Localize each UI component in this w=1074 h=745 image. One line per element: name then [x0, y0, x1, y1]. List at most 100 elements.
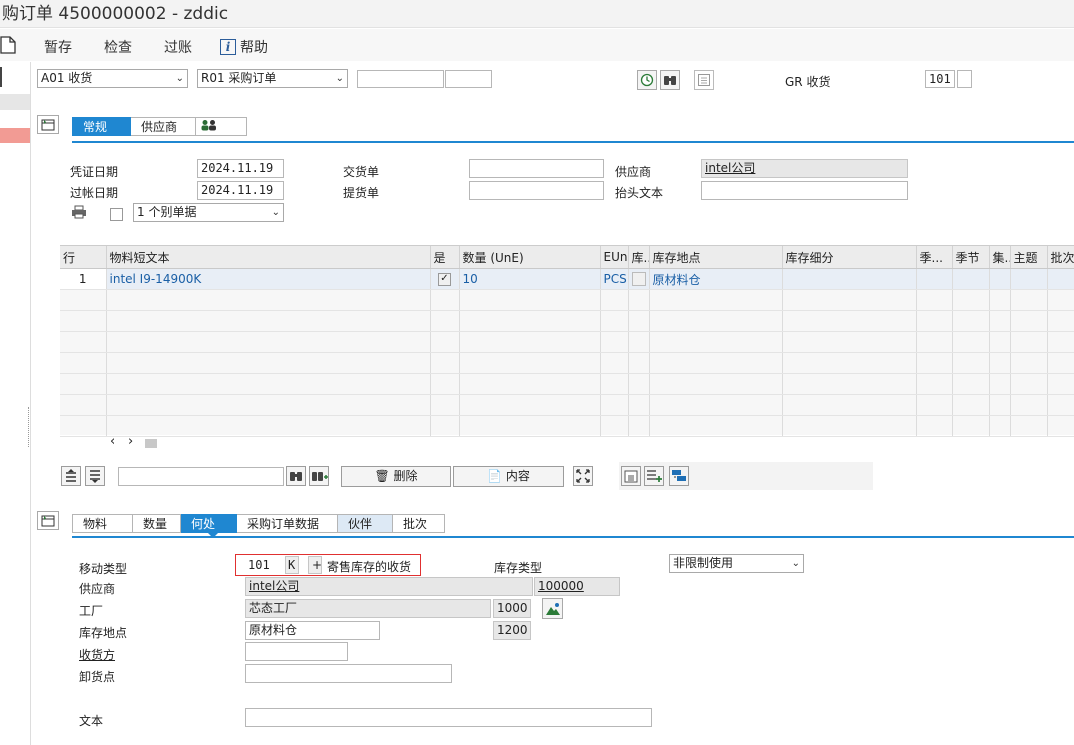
plant-code: 1000: [493, 599, 531, 618]
tab-material[interactable]: 物料: [72, 514, 133, 533]
text-input[interactable]: [245, 708, 652, 727]
sloc-code: 1200: [493, 621, 531, 640]
fullscreen-icon[interactable]: [573, 466, 593, 486]
unloading-input[interactable]: [245, 664, 452, 683]
collapse-detail-icon[interactable]: [37, 511, 59, 530]
detail-tabs: 物料 数量 何处 采购订单数据 伙伴 批次: [72, 514, 445, 533]
col-header-stock-segment[interactable]: 库存细分: [782, 246, 917, 269]
col-header-qty[interactable]: 数量 (UnE): [459, 246, 601, 269]
tab-partners[interactable]: [196, 117, 247, 136]
save-button[interactable]: 暂存: [44, 37, 72, 57]
recipient-input[interactable]: [245, 642, 348, 661]
window-title: 购订单 4500000002 - zddic: [0, 0, 1074, 28]
delivery-note-input[interactable]: [469, 159, 604, 178]
bill-of-lading-label: 提货单: [343, 186, 380, 200]
tab-partner[interactable]: 伙伴: [338, 514, 393, 533]
stock-indicator-icon: [631, 272, 646, 287]
row-sloc[interactable]: 原材料仓: [649, 268, 783, 290]
bill-of-lading-input[interactable]: [469, 181, 604, 200]
tab-where[interactable]: 何处: [181, 514, 237, 533]
tab-general[interactable]: 常规: [72, 117, 131, 136]
tab-vendor[interactable]: 供应商: [131, 117, 196, 136]
horizontal-scrollbar[interactable]: [145, 439, 157, 448]
print-option-select[interactable]: 1 个别单据 ⌄: [133, 203, 284, 222]
col-header-collection[interactable]: 集...: [989, 246, 1011, 269]
col-header-theme[interactable]: 主题: [1010, 246, 1048, 269]
sloc-input[interactable]: 原材料仓: [245, 621, 380, 640]
help-label: 帮助: [240, 40, 268, 56]
table-search-input[interactable]: [118, 467, 284, 486]
doc-date-input[interactable]: 2024.11.19: [197, 159, 284, 178]
left-panel: [0, 62, 31, 745]
mvt-direction: +: [308, 556, 322, 574]
find-binoculars-icon[interactable]: [660, 70, 680, 90]
header-text-label: 抬头文本: [615, 186, 664, 200]
vendor-display: intel公司: [701, 159, 908, 178]
help-button[interactable]: i 帮助: [220, 37, 268, 57]
delete-label: 删除: [393, 469, 418, 483]
tab-quantity[interactable]: 数量: [133, 514, 181, 533]
scroll-left-icon[interactable]: ‹: [110, 434, 115, 449]
delivery-note-label: 交货单: [343, 165, 380, 179]
table-row[interactable]: 1 intel I9-14900K ✓ 10 PCS 原材料仓: [60, 268, 1074, 290]
table-row: [60, 373, 1074, 395]
recipient-label: 收货方: [79, 648, 116, 662]
sloc-label: 库存地点: [79, 626, 128, 640]
search-next-icon[interactable]: [309, 466, 329, 486]
row-unit[interactable]: PCS: [600, 268, 629, 290]
col-header-sloc[interactable]: 库存地点: [649, 246, 783, 269]
reference-value: R01 采购订单: [201, 71, 277, 85]
tab-batch[interactable]: 批次: [393, 514, 445, 533]
col-header-season[interactable]: 季节: [952, 246, 990, 269]
collapse-header-icon[interactable]: [37, 115, 59, 134]
movement-type-indicator[interactable]: [957, 70, 972, 88]
copy-row-icon[interactable]: [669, 466, 689, 486]
execute-clock-icon[interactable]: [637, 70, 657, 90]
post-date-input[interactable]: 2024.11.19: [197, 181, 284, 200]
detail-vendor-display: intel公司: [245, 577, 533, 596]
search-binoculars-icon[interactable]: [286, 466, 306, 486]
row-ok-cell[interactable]: ✓: [430, 268, 460, 290]
delete-button[interactable]: 🗑 删除: [341, 466, 451, 487]
row-qty[interactable]: 10: [459, 268, 601, 290]
header-tabs: 常规 供应商: [72, 117, 247, 136]
print-checkbox[interactable]: [110, 208, 123, 221]
post-button[interactable]: 过账: [164, 37, 192, 57]
col-header-stock-short[interactable]: 库...: [628, 246, 650, 269]
add-row-icon[interactable]: [644, 466, 664, 486]
tab-po-data[interactable]: 采购订单数据: [237, 514, 338, 533]
header-text-input[interactable]: [701, 181, 908, 200]
stock-overview-icon[interactable]: [621, 466, 641, 486]
col-header-batch[interactable]: 批次: [1047, 246, 1074, 269]
stock-type-select[interactable]: 非限制使用 ⌄: [669, 554, 804, 573]
po-number-input[interactable]: [357, 70, 444, 88]
row-stock-cell[interactable]: [628, 268, 650, 290]
mvt-input[interactable]: 101: [244, 556, 277, 574]
col-header-ok[interactable]: 是: [430, 246, 460, 269]
col-header-line[interactable]: 行: [60, 246, 107, 269]
po-item-input[interactable]: [445, 70, 492, 88]
row-line-cell[interactable]: 1: [60, 268, 107, 290]
deselect-all-icon[interactable]: [85, 466, 105, 486]
calculator-icon[interactable]: [694, 70, 714, 90]
scroll-right-icon[interactable]: ›: [128, 434, 133, 449]
gr-label: GR 收货: [785, 75, 831, 89]
table-row: [60, 310, 1074, 332]
new-document-icon[interactable]: [0, 36, 16, 54]
movement-type-input[interactable]: 101: [925, 70, 955, 88]
plant-map-icon[interactable]: [542, 598, 563, 619]
content-button[interactable]: 📄 内容: [453, 466, 564, 487]
reference-select[interactable]: R01 采购订单 ⌄: [197, 69, 348, 88]
action-select[interactable]: A01 收货 ⌄: [37, 69, 188, 88]
check-button[interactable]: 检查: [104, 37, 132, 57]
col-header-material[interactable]: 物料短文本: [106, 246, 431, 269]
row-material[interactable]: intel I9-14900K: [106, 268, 431, 290]
print-option-value: 1 个别单据: [137, 205, 197, 219]
row-ok-checkbox[interactable]: ✓: [438, 273, 451, 286]
col-header-season-short[interactable]: 季...: [916, 246, 953, 269]
table-row: [60, 331, 1074, 353]
printer-icon[interactable]: [71, 205, 87, 219]
panel-marker: [0, 67, 2, 87]
col-header-unit[interactable]: EUn: [600, 246, 629, 269]
select-all-icon[interactable]: [61, 466, 81, 486]
